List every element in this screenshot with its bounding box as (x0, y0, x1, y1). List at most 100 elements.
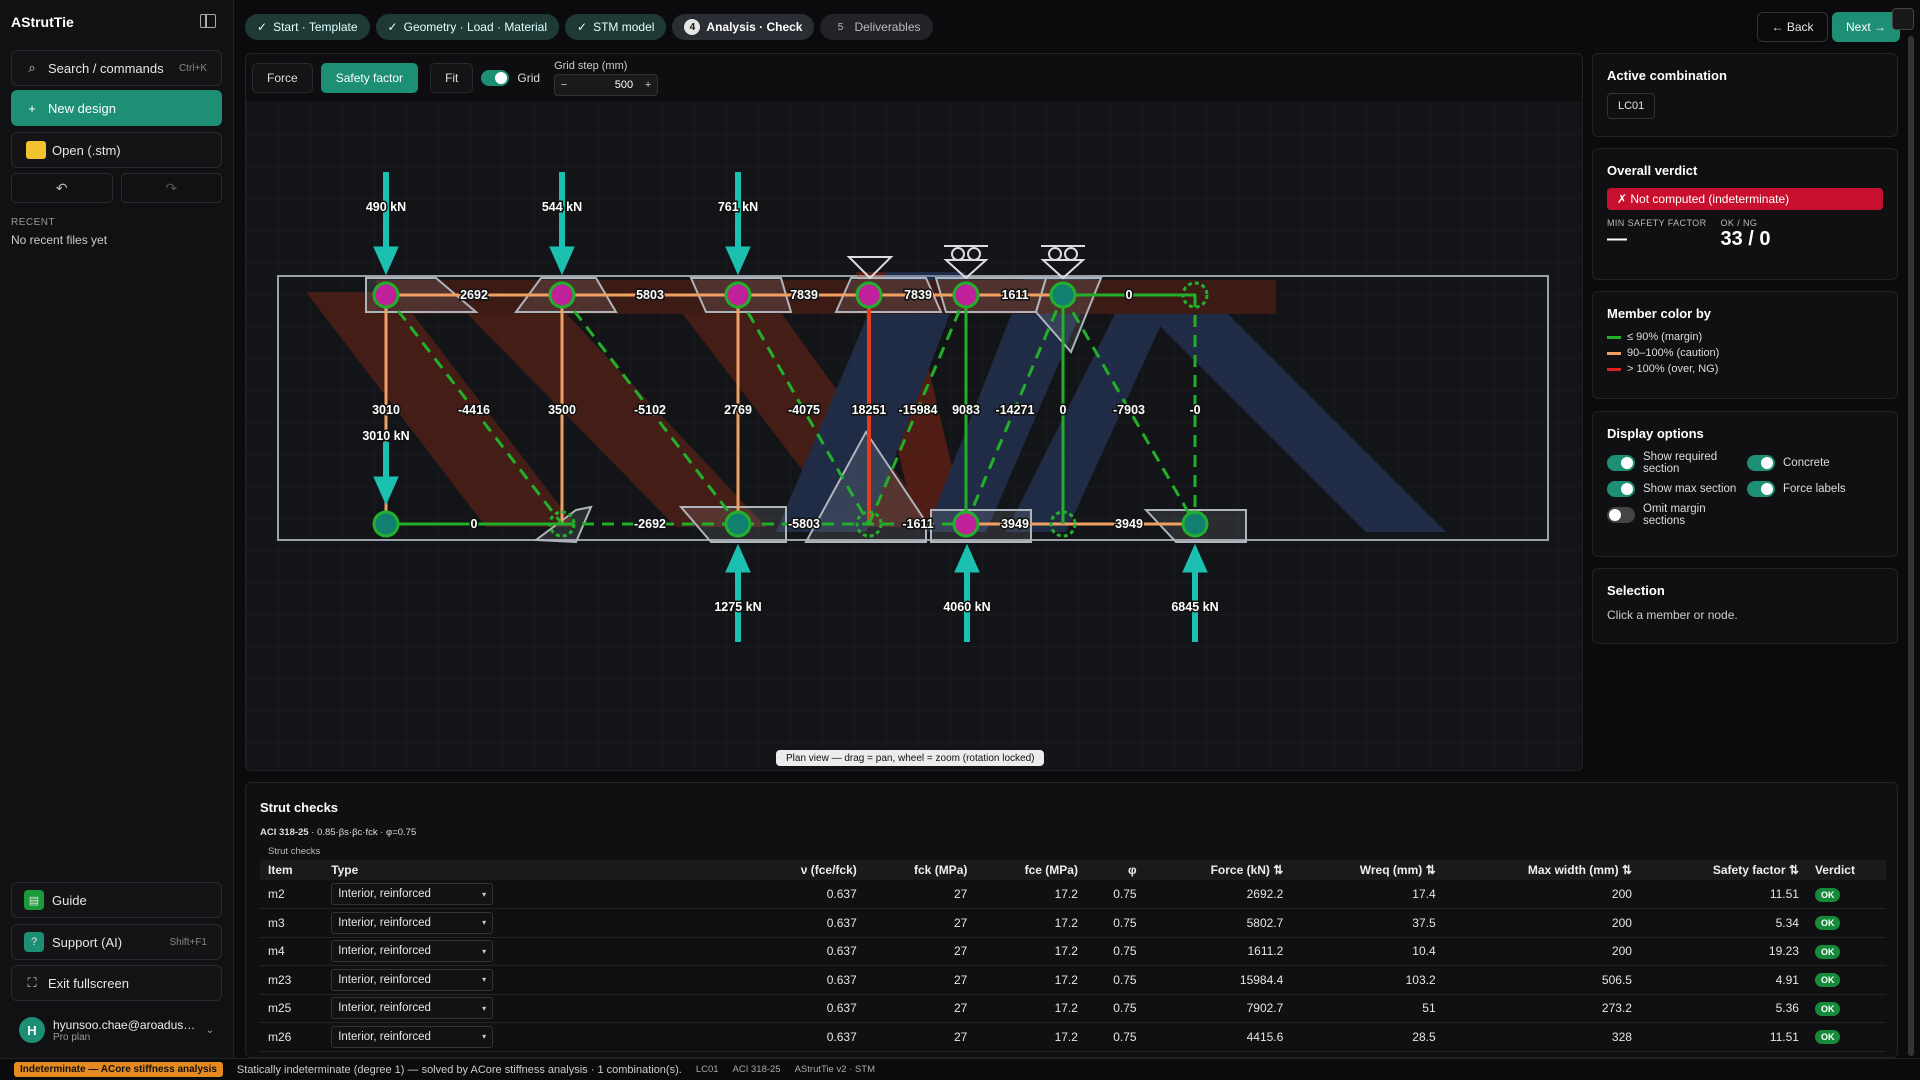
code-info: ACI 318-25 · 0.85·βs·βc·fck · φ=0.75 (260, 827, 417, 838)
model-canvas[interactable]: Force Safety factor Fit Grid Grid step (… (245, 53, 1583, 771)
type-cell: Interior, reinforced ▾ (323, 965, 662, 995)
type-value: Interior, reinforced (338, 916, 431, 929)
exit-fullscreen-button[interactable]: ⛶ Exit fullscreen (11, 965, 222, 1001)
guide-button[interactable]: ▤ Guide (11, 882, 222, 918)
table-cell: m4 (260, 937, 324, 966)
combination-select[interactable]: LC01 (1607, 93, 1656, 119)
table-row[interactable]: m23 Interior, reinforced ▾ 0.637 27 17.2 0.75 1… (260, 965, 1886, 995)
type-select[interactable]: Interior, reinforced ▾ (331, 883, 494, 905)
status-combo: LC01 (695, 1064, 719, 1075)
column-header[interactable]: Max width (mm) ⇅ (1443, 860, 1640, 880)
search-icon: ⌕ (28, 60, 36, 75)
table-row[interactable]: m4 Interior, reinforced ▾ 0.637 27 17.2 0.75 16… (260, 937, 1886, 966)
table-row[interactable]: m26 Interior, reinforced ▾ 0.637 27 17.2 0.75 4… (260, 1022, 1886, 1052)
table-cell: 506.5 (1443, 965, 1640, 995)
fit-button[interactable]: Fit (430, 63, 474, 93)
status-badge: Indeterminate — ACore stiffness analysis (14, 1062, 223, 1077)
node[interactable] (1049, 281, 1077, 309)
user-email: hyunsoo.chae@aroadus… (53, 1017, 196, 1032)
status-badge: OK (1814, 916, 1841, 931)
table-row[interactable]: m25 Interior, reinforced ▾ 0.637 27 17.2 0.75 7… (260, 994, 1886, 1023)
search-command-button[interactable]: ⌕ Search / commands Ctrl+K (11, 50, 222, 86)
node[interactable] (1181, 510, 1209, 538)
panel-toggle-icon[interactable] (1892, 8, 1914, 30)
table-cell: 5.36 (1639, 994, 1807, 1023)
show-max-toggle[interactable] (1607, 481, 1635, 497)
legend-caution: 90–100% (caution) (1607, 347, 1883, 359)
table-cell: 200 (1443, 880, 1640, 909)
omit-margin-toggle[interactable] (1607, 507, 1635, 523)
node[interactable] (372, 281, 400, 309)
active-combination-panel: Active combination LC01 (1592, 53, 1898, 137)
type-select[interactable]: Interior, reinforced ▾ (331, 997, 494, 1020)
plus-icon: + (28, 100, 36, 116)
stm-diagram[interactable]: 490 kN 544 kN 761 kN 3010 kN 1275 kN 406… (246, 102, 1583, 771)
new-design-button[interactable]: + New design (11, 90, 222, 126)
member-force-label: -5102 (634, 403, 666, 417)
workflow-step[interactable]: ✓ Start · Template (245, 14, 370, 40)
table-row[interactable]: m2 Interior, reinforced ▾ 0.637 27 17.2 0.75 26… (260, 880, 1886, 909)
node[interactable] (372, 510, 400, 538)
legend-over: > 100% (over, NG) (1607, 363, 1883, 375)
table-cell: m26 (260, 1022, 324, 1052)
step-label: Start · Template (273, 20, 358, 34)
column-header[interactable]: Force (kN) ⇅ (1144, 860, 1292, 880)
grid-step-increment[interactable]: + (639, 79, 657, 91)
open-file-button[interactable]: Open (.stm) (11, 132, 222, 168)
grid-step-value[interactable]: 500 (573, 79, 639, 91)
grid-step-stepper[interactable]: − 500 + (554, 74, 659, 96)
concrete-toggle[interactable] (1747, 455, 1775, 471)
node[interactable] (724, 281, 752, 309)
type-cell: Interior, reinforced ▾ (323, 937, 662, 966)
member-force-label: -7903 (1113, 403, 1145, 417)
member-force-label: -1611 (902, 517, 933, 531)
type-select[interactable]: Interior, reinforced ▾ (331, 968, 494, 991)
step-label: Analysis · Check (706, 20, 803, 34)
column-header[interactable]: Wreq (mm) ⇅ (1291, 860, 1444, 880)
canvas-hint: Plan view — drag = pan, wheel = zoom (ro… (776, 750, 1045, 766)
chevron-down-icon: ▾ (482, 889, 487, 899)
type-value: Interior, reinforced (338, 945, 431, 958)
user-plan: Pro plan (53, 1031, 91, 1043)
type-cell: Interior, reinforced ▾ (323, 880, 662, 909)
next-button[interactable]: Next → (1832, 12, 1900, 42)
column-header[interactable]: Safety factor ⇅ (1639, 860, 1807, 880)
support-button[interactable]: ? Support (AI) Shift+F1 (11, 924, 222, 960)
back-button[interactable]: ← Back (1757, 12, 1828, 42)
workflow-step[interactable]: 4 Analysis · Check (672, 14, 815, 40)
node[interactable] (724, 510, 752, 538)
redo-icon[interactable]: ↷ (120, 173, 222, 203)
type-select[interactable]: Interior, reinforced ▾ (331, 940, 494, 963)
table-cell: 328 (1443, 1022, 1640, 1052)
legend-margin: ≤ 90% (margin) (1607, 331, 1883, 343)
workflow-step[interactable]: ✓ Geometry · Load · Material (375, 14, 559, 40)
grid-toggle[interactable] (481, 70, 510, 86)
undo-icon[interactable]: ↶ (11, 173, 113, 203)
workflow-step[interactable]: ✓ STM model (565, 14, 667, 40)
page-scrollbar[interactable] (1908, 36, 1914, 1056)
grid-step-decrement[interactable]: − (555, 79, 573, 91)
reaction-label: 6845 kN (1171, 600, 1218, 614)
show-required-toggle[interactable] (1607, 455, 1635, 471)
force-labels-toggle[interactable] (1747, 481, 1775, 497)
table-cell: 4415.6 (1144, 1022, 1292, 1052)
workflow-step[interactable]: 5 Deliverables (820, 14, 933, 40)
collapse-sidebar-icon[interactable] (200, 14, 216, 28)
node[interactable] (952, 510, 980, 538)
type-select[interactable]: Interior, reinforced ▾ (331, 911, 494, 934)
support-label: Support (AI) (52, 934, 123, 950)
safety-factor-view-button[interactable]: Safety factor (320, 63, 419, 93)
table-body: m2 Interior, reinforced ▾ 0.637 27 17.2 0.75 26… (260, 880, 1886, 1052)
step-number: 4 (684, 19, 701, 35)
force-view-button[interactable]: Force (252, 63, 313, 93)
table-row[interactable]: m3 Interior, reinforced ▾ 0.637 27 17.2 0.75 58… (260, 908, 1886, 938)
node[interactable] (855, 281, 883, 309)
column-header: φ (1085, 860, 1145, 880)
node[interactable] (548, 281, 576, 309)
table-cell: 273.2 (1443, 994, 1640, 1023)
node[interactable] (952, 281, 980, 309)
user-menu[interactable]: H hyunsoo.chae@aroadus… Pro plan ⌄ (11, 1010, 222, 1050)
sidebar: AStrutTie ⌕ Search / commands Ctrl+K + N… (0, 0, 234, 1058)
column-header: Type (323, 860, 662, 880)
type-select[interactable]: Interior, reinforced ▾ (331, 1025, 494, 1048)
